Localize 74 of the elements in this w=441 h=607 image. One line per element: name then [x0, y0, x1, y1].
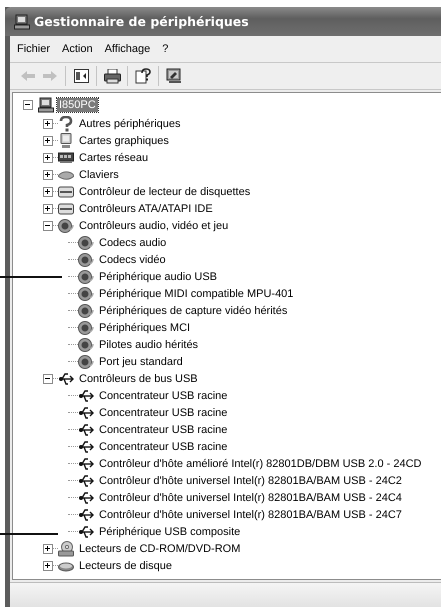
tree-item[interactable]: Port jeu standard: [97, 354, 185, 368]
usb-icon: [78, 472, 94, 488]
expand-toggle[interactable]: [43, 204, 53, 214]
tree-item[interactable]: Concentrateur USB racine: [97, 406, 230, 420]
usb-icon: [58, 370, 74, 386]
expand-toggle[interactable]: [43, 560, 53, 570]
menu-item[interactable]: ?: [157, 41, 174, 57]
tree-item[interactable]: Périphériques MCI: [97, 320, 192, 334]
tree-item[interactable]: Périphérique USB composite: [97, 524, 242, 538]
forward-arrow-icon: [43, 71, 57, 81]
question-mark-icon: [58, 116, 74, 132]
menu-item[interactable]: Fichier: [12, 41, 56, 57]
usb-icon: [78, 524, 94, 540]
expand-toggle[interactable]: [43, 374, 53, 384]
tree-item[interactable]: Cartes graphiques: [77, 134, 171, 148]
tree-item[interactable]: Lecteurs de disque: [77, 558, 174, 572]
window-title: Gestionnaire de périphériques: [34, 14, 249, 29]
drive-icon: [58, 200, 74, 216]
tree-item[interactable]: Contrôleur d'hôte universel Intel(r) 82801BA/BAM USB - 24C4: [97, 490, 404, 504]
usb-icon: [78, 388, 94, 404]
menu-item[interactable]: Action: [57, 41, 98, 57]
tree-item[interactable]: Concentrateur USB racine: [97, 388, 230, 402]
drive-icon: [58, 184, 74, 200]
tree-item[interactable]: Concentrateur USB racine: [97, 422, 230, 436]
expand-toggle[interactable]: [43, 136, 53, 146]
printer-icon: [104, 68, 120, 84]
tree-item[interactable]: Contrôleurs de bus USB: [77, 372, 200, 386]
menu-item[interactable]: Affichage: [100, 41, 156, 57]
usb-icon: [78, 506, 94, 522]
back-arrow-icon: [21, 71, 35, 81]
tree-item[interactable]: Autres périphériques: [77, 116, 183, 130]
monitor-scan-icon: [166, 68, 182, 84]
tree-item[interactable]: Contrôleurs ATA/ATAPI IDE: [77, 202, 215, 216]
computer-icon: [38, 97, 54, 113]
expand-toggle[interactable]: [43, 170, 53, 180]
tree-item[interactable]: Périphériques de capture vidéo hérités: [97, 304, 290, 318]
expand-toggle[interactable]: [43, 220, 53, 230]
expand-toggle[interactable]: [43, 118, 53, 128]
tree-item[interactable]: I850PC: [57, 98, 98, 112]
tree-item[interactable]: Codecs audio: [97, 236, 168, 250]
properties-help-icon: [135, 68, 151, 84]
leader-line: [0, 533, 58, 535]
tree-item[interactable]: Contrôleur d'hôte amélioré Intel(r) 82801DB/DBM USB 2.0 - 24CD: [97, 456, 424, 470]
usb-icon: [78, 438, 94, 454]
tree-item[interactable]: Contrôleur de lecteur de disquettes: [77, 184, 252, 198]
panel-toggle-icon: [74, 69, 88, 83]
computer-icon: [14, 14, 30, 30]
expand-toggle[interactable]: [23, 100, 33, 110]
tree-item[interactable]: Périphérique MIDI compatible MPU-401: [97, 286, 296, 300]
tree-item[interactable]: Lecteurs de CD-ROM/DVD-ROM: [77, 542, 242, 556]
expand-toggle[interactable]: [43, 544, 53, 554]
network-card-icon: [58, 150, 74, 166]
tree-item[interactable]: Claviers: [77, 168, 121, 182]
usb-icon: [78, 490, 94, 506]
tree-item[interactable]: Codecs vidéo: [97, 252, 168, 266]
tree-item[interactable]: Contrôleur d'hôte universel Intel(r) 82801BA/BAM USB - 24C7: [97, 508, 404, 522]
toolbar-button[interactable]: [133, 66, 153, 86]
tree-item[interactable]: Cartes réseau: [77, 150, 150, 164]
monitor-icon: [58, 132, 74, 148]
usb-icon: [78, 456, 94, 472]
toolbar-button[interactable]: [164, 66, 184, 86]
tree-item[interactable]: Concentrateur USB racine: [97, 440, 230, 454]
tree-item[interactable]: Contrôleur d'hôte universel Intel(r) 82801BA/BAM USB - 24C2: [97, 474, 404, 488]
tree-item[interactable]: Pilotes audio hérités: [97, 338, 200, 352]
tree-item[interactable]: Contrôleurs audio, vidéo et jeu: [77, 218, 230, 232]
leader-line: [0, 276, 62, 278]
expand-toggle[interactable]: [43, 186, 53, 196]
toolbar-button[interactable]: [71, 66, 91, 86]
tree-item[interactable]: Périphérique audio USB: [97, 270, 220, 284]
toolbar-button[interactable]: [102, 66, 122, 86]
cd-drive-icon: [58, 540, 74, 556]
expand-toggle[interactable]: [43, 152, 53, 162]
usb-icon: [78, 422, 94, 438]
usb-icon: [78, 404, 94, 420]
